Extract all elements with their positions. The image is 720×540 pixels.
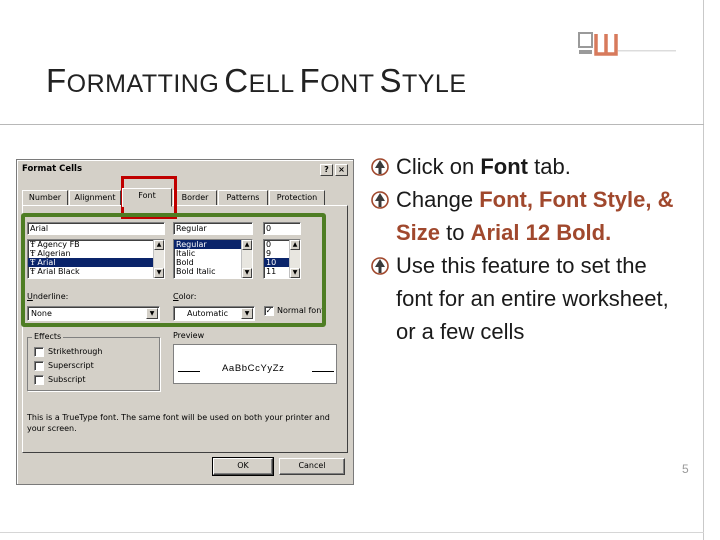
pointer-bullet-icon — [371, 191, 389, 209]
tab-number[interactable]: Number — [22, 190, 68, 206]
preview-label: Preview — [173, 331, 205, 340]
bullet-text: Click on — [396, 154, 481, 179]
title-word: ONT — [320, 70, 375, 98]
cancel-button[interactable]: Cancel — [279, 458, 345, 475]
close-button[interactable]: × — [335, 164, 348, 176]
institution-logo-icon — [578, 32, 676, 56]
dialog-titlebar: Format Cells ? × — [19, 162, 351, 178]
bullet-highlight: Arial 12 Bold. — [470, 220, 612, 245]
pointer-bullet-icon — [371, 158, 389, 176]
tab-border[interactable]: Border — [173, 190, 217, 206]
bullet-text: tab. — [528, 154, 571, 179]
title-word: ELL — [248, 70, 295, 98]
bullet-text: to — [440, 220, 471, 245]
bullet-item: Change Font, Font Style, & Size to Arial… — [368, 183, 688, 249]
slide-border — [0, 532, 704, 533]
title-initial: F — [299, 62, 321, 99]
preview-baseline — [178, 371, 200, 372]
bullet-list: Click on Font tab. Change Font, Font Sty… — [368, 150, 688, 348]
preview-sample: AaBbCcYyZz — [222, 363, 285, 374]
strikethrough-label: Strikethrough — [48, 347, 103, 356]
font-settings-highlight — [21, 213, 326, 327]
title-initial: F — [46, 62, 67, 99]
superscript-label: Superscript — [48, 361, 94, 370]
tab-font[interactable]: Font — [122, 188, 172, 207]
page-title: FORMATTING CELL FONT STYLE — [46, 62, 467, 100]
preview-baseline — [312, 371, 334, 372]
title-initial: S — [379, 62, 402, 99]
bullet-item: Use this feature to set the font for an … — [368, 249, 688, 348]
tab-alignment[interactable]: Alignment — [69, 190, 121, 206]
tab-patterns[interactable]: Patterns — [218, 190, 268, 206]
strikethrough-checkbox[interactable] — [34, 347, 44, 357]
page-number: 5 — [682, 462, 689, 476]
slide-border — [703, 0, 704, 540]
truetype-note: This is a TrueType font. The same font w… — [27, 413, 330, 433]
help-button[interactable]: ? — [320, 164, 333, 176]
subscript-label: Subscript — [48, 375, 86, 384]
subscript-checkbox[interactable] — [34, 375, 44, 385]
dialog-title: Format Cells — [22, 164, 82, 174]
effects-group: Effects Strikethrough Superscript Subscr… — [27, 332, 160, 391]
title-divider — [0, 124, 704, 125]
bullet-text: Use this feature to set the font for an … — [396, 253, 669, 344]
ok-button[interactable]: OK — [212, 457, 274, 476]
tab-strip: Number Alignment Font Border Patterns Pr… — [22, 188, 348, 207]
title-word: TYLE — [401, 70, 467, 98]
effects-label: Effects — [32, 332, 64, 341]
preview-box: AaBbCcYyZz — [173, 344, 337, 384]
bullet-emphasis: Font — [480, 154, 529, 179]
title-initial: C — [224, 62, 249, 99]
bullet-text: Change — [396, 187, 480, 212]
superscript-checkbox[interactable] — [34, 361, 44, 371]
pointer-bullet-icon — [371, 257, 389, 275]
bullet-item: Click on Font tab. — [368, 150, 688, 183]
title-word: ORMATTING — [66, 70, 220, 98]
tab-protection[interactable]: Protection — [269, 190, 325, 206]
